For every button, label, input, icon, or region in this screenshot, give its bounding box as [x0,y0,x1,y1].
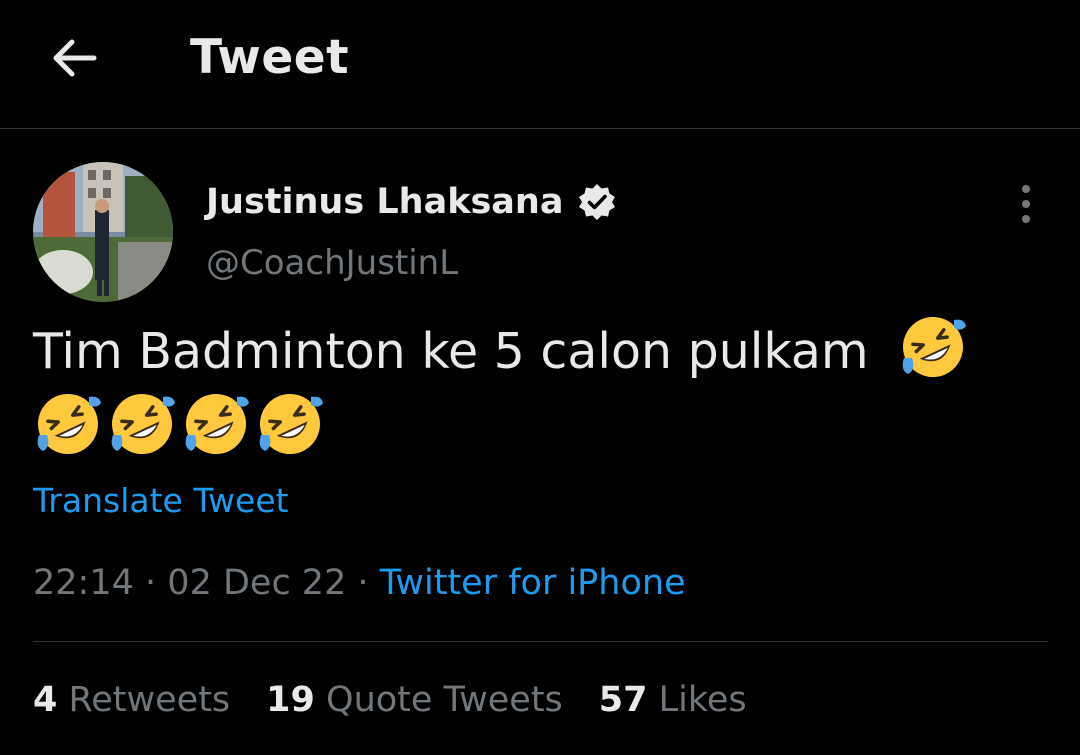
rolling-on-floor-laughing-emoji [902,317,967,377]
verified-badge-icon [579,184,616,220]
quote-tweets-count: 19 [266,680,315,720]
quote-tweets-label: Quote Tweets [326,680,563,720]
tweet-date: 02 Dec 22 [167,563,347,603]
quote-tweets-stat[interactable]: 19 Quote Tweets [266,680,563,720]
meta-separator: · [145,563,157,603]
divider [33,641,1048,642]
likes-count: 57 [598,680,648,720]
back-button[interactable] [48,36,100,80]
rolling-on-floor-laughing-emoji [111,394,175,454]
likes-stat[interactable]: 57 Likes [599,680,747,720]
retweets-count: 4 [33,680,58,720]
tweet-stats: 4 Retweets 19 Quote Tweets 57 Likes [33,680,783,720]
tweet-time: 22:14 [33,563,134,603]
more-options-button[interactable] [1012,183,1040,225]
arrow-left-icon [53,39,97,77]
likes-label: Likes [658,680,747,720]
author-name[interactable]: Justinus Lhaksana [206,182,617,222]
tweet-source-link[interactable]: Twitter for iPhone [380,563,686,603]
translate-tweet-link[interactable]: Translate Tweet [33,481,289,520]
tweet-meta: 22:14 · 02 Dec 22 · Twitter for iPhone [33,563,686,603]
retweets-label: Retweets [68,680,231,720]
meta-separator: · [357,563,369,603]
author-display-name: Justinus Lhaksana [206,182,564,222]
author-handle[interactable]: @CoachJustinL [206,243,458,283]
tweet-text-content: Tim Badminton ke 5 calon pulkam [33,323,869,380]
more-vertical-icon [1022,185,1030,223]
page-title: Tweet [190,30,350,85]
retweets-stat[interactable]: 4 Retweets [33,680,230,720]
avatar[interactable] [33,162,173,302]
rolling-on-floor-laughing-emoji [185,394,249,454]
rolling-on-floor-laughing-emoji [37,394,101,454]
top-bar: Tweet [0,0,1080,129]
tweet-text: Tim Badminton ke 5 calon pulkam [33,312,1043,466]
emoji-row [33,394,329,457]
rolling-on-floor-laughing-emoji [259,394,323,454]
